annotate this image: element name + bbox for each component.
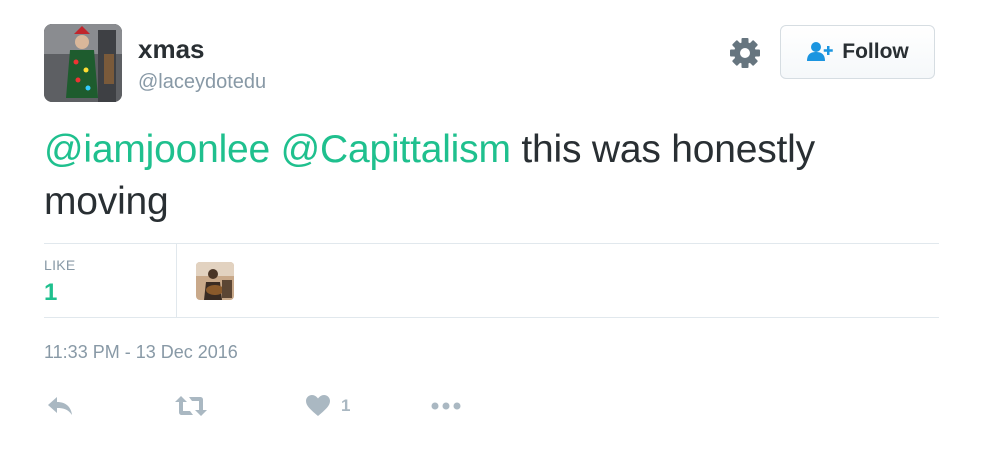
like-button[interactable]: 1 bbox=[305, 392, 350, 420]
reply-icon bbox=[48, 397, 72, 415]
mention-link[interactable]: @Capittalism bbox=[281, 128, 511, 171]
retweet-icon bbox=[175, 396, 207, 416]
heart-icon bbox=[306, 395, 330, 416]
add-user-icon bbox=[807, 42, 833, 61]
more-icon bbox=[431, 402, 461, 410]
liker-avatar[interactable] bbox=[196, 262, 234, 300]
tweet-timestamp[interactable]: 11:33 PM - 13 Dec 2016 bbox=[44, 342, 238, 363]
tweet-text: @iamjoonlee @Capittalism this was honest… bbox=[44, 124, 924, 228]
user-handle[interactable]: @laceydotedu bbox=[138, 70, 266, 94]
avatar-image bbox=[44, 24, 122, 102]
like-stat-count[interactable]: 1 bbox=[44, 279, 57, 307]
stats-separator bbox=[176, 243, 177, 318]
display-name[interactable]: xmas bbox=[138, 34, 205, 64]
liker-avatar-image bbox=[196, 262, 234, 300]
follow-button[interactable]: Follow bbox=[780, 25, 935, 79]
divider bbox=[44, 243, 939, 244]
avatar[interactable] bbox=[44, 24, 122, 102]
retweet-button[interactable] bbox=[174, 392, 208, 420]
more-button[interactable] bbox=[430, 392, 462, 420]
gear-icon[interactable] bbox=[728, 36, 762, 70]
mention-link[interactable]: @iamjoonlee bbox=[44, 128, 270, 171]
like-stat-label: LIKE bbox=[44, 257, 76, 273]
divider bbox=[44, 317, 939, 318]
reply-button[interactable] bbox=[46, 392, 74, 420]
like-action-count: 1 bbox=[341, 396, 351, 415]
follow-button-label: Follow bbox=[842, 40, 909, 63]
